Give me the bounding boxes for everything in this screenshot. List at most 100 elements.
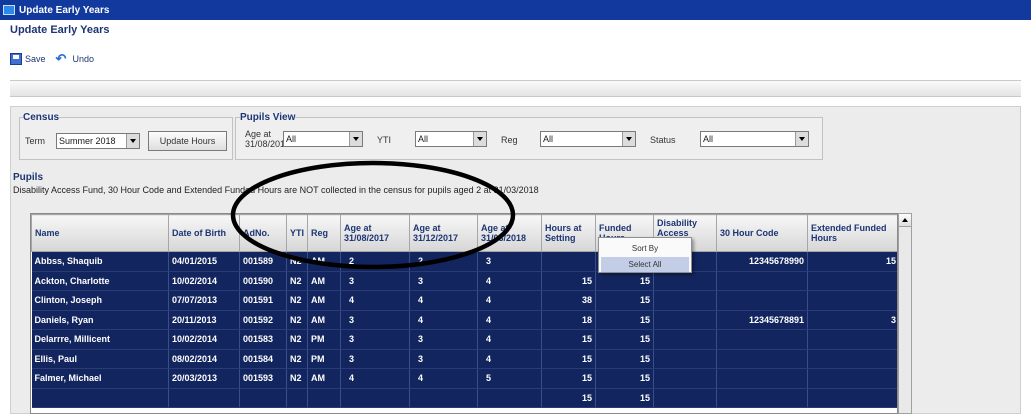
pupils-table: Name Date of Birth AdNo. YTI Reg Age at 31/08… bbox=[31, 214, 897, 408]
table-cell: Ackton, Charlotte bbox=[31, 271, 169, 291]
save-button[interactable]: Save bbox=[10, 53, 46, 65]
table-cell: 12345678990 bbox=[716, 251, 808, 272]
table-cell: AM bbox=[307, 368, 341, 389]
yti-label: YTI bbox=[377, 135, 392, 145]
table-row[interactable]: Abbss, Shaquib 04/01/2015 001589 N2 AM 2 2 3 123… bbox=[31, 251, 897, 272]
table-cell: 001591 bbox=[239, 290, 287, 311]
table-cell: 07/07/2013 bbox=[168, 290, 240, 311]
table-cell bbox=[541, 251, 596, 272]
toolbar: Save ↶ Undo bbox=[10, 51, 95, 66]
table-cell: 20/03/2013 bbox=[168, 368, 240, 389]
table-cell: 4 bbox=[409, 368, 478, 389]
column-header[interactable]: Age at 31/12/2017 bbox=[409, 214, 478, 252]
table-cell: Daniels, Ryan bbox=[31, 310, 169, 330]
update-hours-button[interactable]: Update Hours bbox=[148, 131, 227, 151]
table-cell bbox=[653, 368, 717, 389]
column-header[interactable]: Extended Funded Hours bbox=[807, 214, 897, 252]
table-cell: N2 bbox=[286, 310, 308, 330]
table-cell: N2 bbox=[286, 271, 308, 291]
app-icon bbox=[3, 5, 15, 15]
term-select[interactable]: Summer 2018 bbox=[56, 133, 140, 149]
column-header[interactable]: Reg bbox=[307, 214, 341, 252]
table-row[interactable]: 15 15 bbox=[31, 388, 897, 408]
undo-button[interactable]: ↶ Undo bbox=[55, 51, 95, 66]
term-select-value: Summer 2018 bbox=[59, 136, 116, 146]
column-header[interactable]: AdNo. bbox=[239, 214, 287, 252]
table-cell bbox=[340, 388, 410, 408]
table-cell: 15 bbox=[595, 329, 654, 350]
table-cell bbox=[807, 388, 897, 408]
table-cell: 001584 bbox=[239, 349, 287, 369]
context-menu-sort-by[interactable]: Sort By bbox=[601, 241, 689, 256]
table-cell bbox=[239, 388, 287, 408]
census-title: Census bbox=[23, 112, 60, 123]
scroll-up-icon[interactable] bbox=[899, 214, 911, 227]
table-cell bbox=[477, 388, 542, 408]
column-header[interactable]: YTI bbox=[286, 214, 308, 252]
save-label: Save bbox=[25, 54, 46, 64]
table-cell bbox=[716, 368, 808, 389]
undo-icon: ↶ bbox=[55, 51, 67, 66]
table-row[interactable]: Falmer, Michael 20/03/2013 001593 N2 AM 4 4 5 15… bbox=[31, 368, 897, 389]
table-cell: 15 bbox=[807, 251, 897, 272]
table-cell bbox=[807, 329, 897, 350]
table-cell: 5 bbox=[477, 368, 542, 389]
table-cell: PM bbox=[307, 349, 341, 369]
table-cell bbox=[31, 388, 169, 408]
table-cell bbox=[653, 329, 717, 350]
table-cell: Clinton, Joseph bbox=[31, 290, 169, 311]
table-row[interactable]: Ellis, Paul 08/02/2014 001584 N2 PM 3 3 4 15 15 bbox=[31, 349, 897, 369]
table-cell bbox=[716, 349, 808, 369]
table-cell bbox=[716, 271, 808, 291]
table-cell: 4 bbox=[409, 310, 478, 330]
pupils-title: Pupils bbox=[13, 172, 44, 183]
table-row[interactable]: Daniels, Ryan 20/11/2013 001592 N2 AM 3 4 4 18 15… bbox=[31, 310, 897, 330]
column-header[interactable]: Date of Birth bbox=[168, 214, 240, 252]
table-cell bbox=[653, 290, 717, 311]
table-cell: AM bbox=[307, 310, 341, 330]
pupils-view-title: Pupils View bbox=[240, 112, 296, 123]
table-row[interactable]: Clinton, Joseph 07/07/2013 001591 N2 AM 4 4 4 38… bbox=[31, 290, 897, 311]
table-cell: 001590 bbox=[239, 271, 287, 291]
table-cell: 3 bbox=[477, 251, 542, 272]
table-cell bbox=[653, 271, 717, 291]
column-header[interactable]: Name bbox=[31, 214, 169, 252]
table-cell bbox=[653, 388, 717, 408]
yti-select[interactable]: All bbox=[415, 131, 487, 147]
table-cell: 15 bbox=[595, 310, 654, 330]
table-cell: N2 bbox=[286, 290, 308, 311]
pupils-grid: Name Date of Birth AdNo. YTI Reg Age at 31/08… bbox=[30, 213, 898, 414]
reg-select[interactable]: All bbox=[540, 131, 636, 147]
term-label: Term bbox=[25, 136, 45, 146]
age-select[interactable]: All bbox=[283, 131, 363, 147]
table-cell: PM bbox=[307, 329, 341, 350]
status-select[interactable]: All bbox=[700, 131, 809, 147]
table-cell: 3 bbox=[409, 271, 478, 291]
context-menu-select-all[interactable]: Select All bbox=[601, 257, 689, 272]
table-cell: 3 bbox=[340, 310, 410, 330]
table-cell: 3 bbox=[409, 329, 478, 350]
window-titlebar: Update Early Years bbox=[0, 0, 1031, 20]
table-cell: 4 bbox=[340, 368, 410, 389]
table-cell bbox=[807, 290, 897, 311]
chevron-down-icon bbox=[126, 134, 139, 148]
reg-select-value: All bbox=[543, 134, 554, 144]
table-row[interactable]: Delarrre, Millicent 10/02/2014 001583 N2 PM 3… bbox=[31, 329, 897, 350]
table-cell bbox=[286, 388, 308, 408]
column-header[interactable]: Hours at Setting bbox=[541, 214, 596, 252]
column-header[interactable]: Age at 31/08/2017 bbox=[340, 214, 410, 252]
table-cell: N2 bbox=[286, 349, 308, 369]
table-cell: 15 bbox=[595, 388, 654, 408]
column-header[interactable]: Age at 31/03/2018 bbox=[477, 214, 542, 252]
table-cell: 3 bbox=[807, 310, 897, 330]
status-select-value: All bbox=[703, 134, 714, 144]
table-cell bbox=[168, 388, 240, 408]
table-cell: 001593 bbox=[239, 368, 287, 389]
table-cell bbox=[653, 349, 717, 369]
table-cell: 4 bbox=[340, 290, 410, 311]
vertical-scrollbar[interactable] bbox=[898, 213, 912, 414]
table-row[interactable]: Ackton, Charlotte 10/02/2014 001590 N2 AM 3 3 4… bbox=[31, 271, 897, 291]
chevron-down-icon bbox=[622, 132, 635, 146]
age-select-value: All bbox=[286, 134, 297, 144]
column-header[interactable]: 30 Hour Code bbox=[716, 214, 808, 252]
